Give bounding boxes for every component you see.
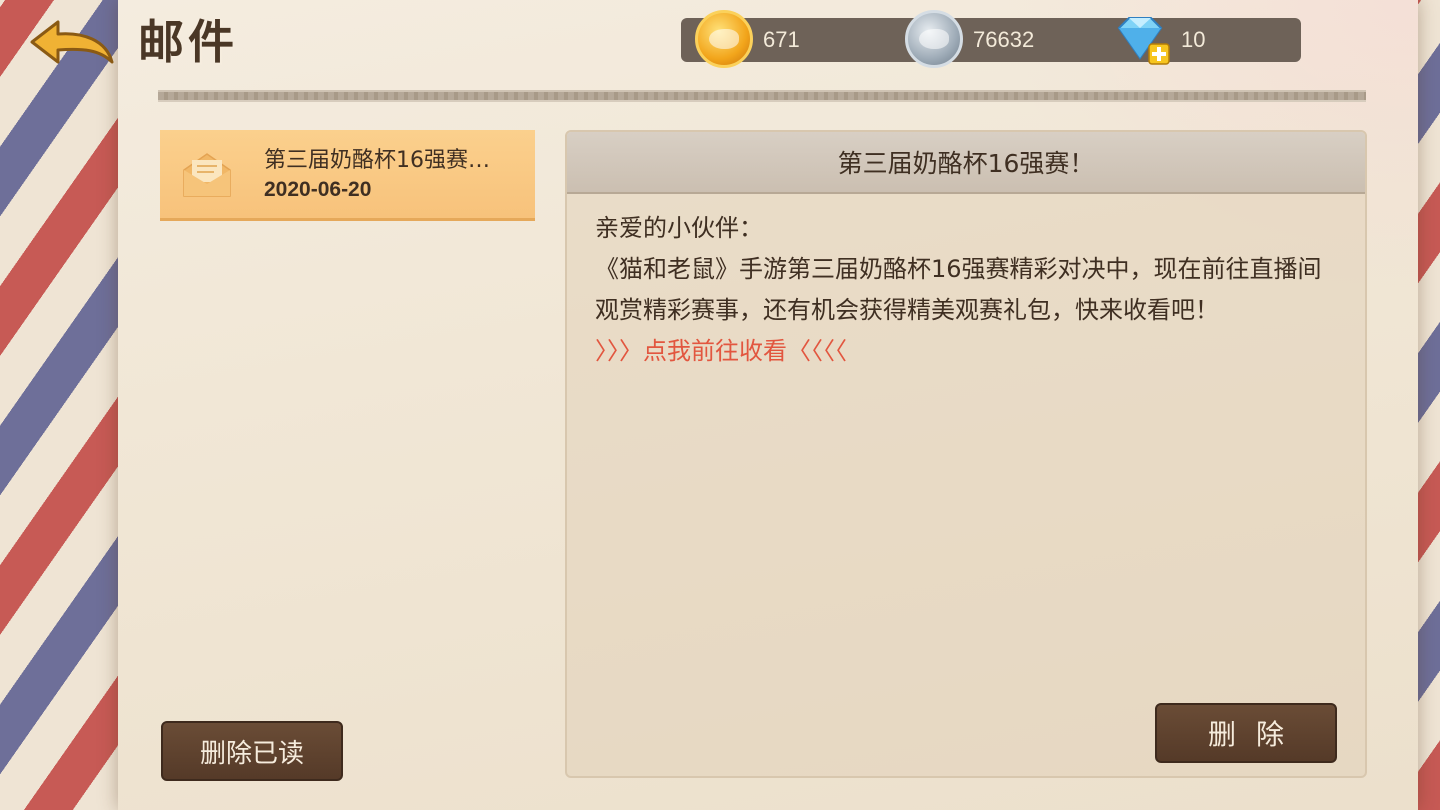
gold-coin-icon	[695, 10, 753, 68]
gold-value: 671	[763, 27, 800, 52]
page-title: 邮件	[138, 15, 238, 69]
diamond-add-icon	[1117, 17, 1170, 65]
back-button[interactable]	[28, 14, 116, 70]
currency-bar: 671 76632 10	[681, 10, 1301, 68]
mail-greeting: 亲爱的小伙伴：	[595, 214, 763, 242]
diamond-value: 10	[1181, 27, 1206, 52]
silver-value: 76632	[973, 27, 1035, 52]
header-divider	[158, 90, 1366, 102]
mail-content: 《猫和老鼠》手游第三届奶酪杯16强赛精彩对决中，现在前往直播间观赏精彩赛事，还有…	[595, 255, 1322, 324]
mail-date: 2020-06-20	[264, 178, 372, 201]
silver-currency[interactable]: 76632	[905, 10, 1035, 68]
delete-read-button[interactable]: 删除已读	[161, 721, 343, 781]
envelope-open-icon	[183, 153, 231, 197]
mail-detail-panel: 第三届奶酪杯16强赛！ 亲爱的小伙伴： 《猫和老鼠》手游第三届奶酪杯16强赛精彩…	[565, 130, 1367, 778]
diamond-currency[interactable]: 10	[1113, 17, 1206, 65]
mail-detail-body: 亲爱的小伙伴： 《猫和老鼠》手游第三届奶酪杯16强赛精彩对决中，现在前往直播间观…	[595, 208, 1345, 372]
delete-button[interactable]: 删除	[1155, 703, 1337, 763]
gold-currency[interactable]: 671	[695, 10, 800, 68]
watch-live-link[interactable]: 〉〉〉点我前往收看〈〈〈〈	[595, 331, 1345, 372]
back-arrow-icon	[30, 20, 114, 64]
mail-list-item[interactable]: 第三届奶酪杯16强赛… 2020-06-20	[160, 130, 535, 221]
mail-subject: 第三届奶酪杯16强赛…	[264, 148, 490, 173]
mail-detail-title: 第三届奶酪杯16强赛！	[567, 132, 1365, 194]
silver-coin-icon	[905, 10, 963, 68]
